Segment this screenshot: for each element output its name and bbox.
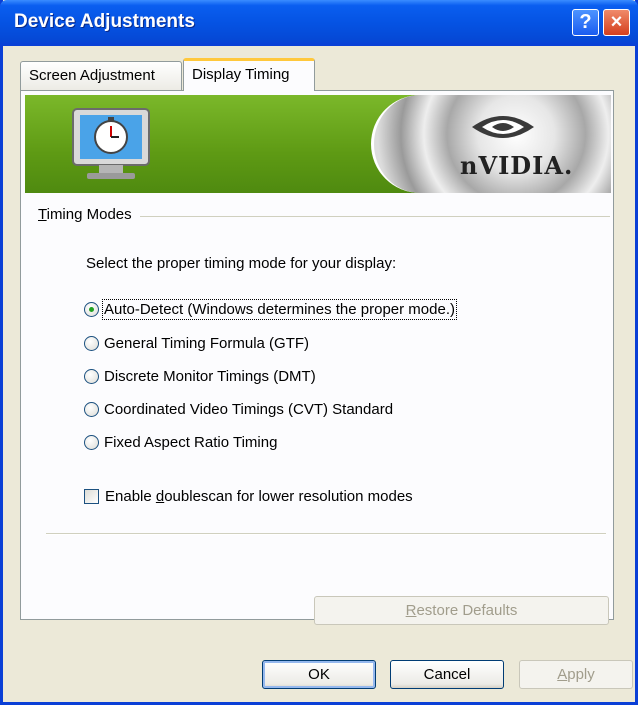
radio-button[interactable] xyxy=(84,402,99,417)
radio-label: Fixed Aspect Ratio Timing xyxy=(104,434,278,451)
doublescan-checkbox-row[interactable]: Enable doublescan for lower resolution m… xyxy=(84,488,413,505)
radio-button[interactable] xyxy=(84,336,99,351)
tab-display-timing[interactable]: Display Timing xyxy=(183,58,315,91)
nvidia-banner: nVIDIA. xyxy=(25,95,611,193)
radio-fixed-aspect[interactable]: Fixed Aspect Ratio Timing xyxy=(84,434,277,451)
doublescan-checkbox[interactable] xyxy=(84,489,99,504)
radio-gtf[interactable]: General Timing Formula (GTF) xyxy=(84,335,309,352)
close-button[interactable]: × xyxy=(603,9,630,36)
restore-defaults-button[interactable]: Restore Defaults xyxy=(314,596,609,625)
tab-screen-adjustment[interactable]: Screen Adjustment xyxy=(20,61,182,90)
group-divider xyxy=(140,216,610,217)
monitor-clock-icon xyxy=(72,108,150,179)
cancel-button[interactable]: Cancel xyxy=(390,660,504,689)
timing-prompt: Select the proper timing mode for your d… xyxy=(86,255,397,272)
window-title: Device Adjustments xyxy=(14,11,195,32)
radio-label: Auto-Detect (Windows determines the prop… xyxy=(102,299,457,320)
title-bar[interactable]: Device Adjustments ? × xyxy=(0,0,638,46)
radio-label: Discrete Monitor Timings (DMT) xyxy=(104,368,316,385)
nvidia-eye-logo xyxy=(472,116,534,138)
radio-label: Coordinated Video Timings (CVT) Standard xyxy=(104,401,394,418)
radio-dmt[interactable]: Discrete Monitor Timings (DMT) xyxy=(84,368,316,385)
radio-auto-detect[interactable]: Auto-Detect (Windows determines the prop… xyxy=(84,299,457,320)
separator xyxy=(46,533,606,535)
tab-panel: nVIDIA. xyxy=(20,90,614,620)
radio-button[interactable] xyxy=(84,302,99,317)
radio-label: General Timing Formula (GTF) xyxy=(104,335,310,352)
doublescan-label: Enable doublescan for lower resolution m… xyxy=(105,488,413,505)
apply-button[interactable]: Apply xyxy=(519,660,633,689)
ok-button[interactable]: OK xyxy=(262,660,376,689)
nvidia-logo-area: nVIDIA. xyxy=(371,95,611,193)
radio-button[interactable] xyxy=(84,369,99,384)
radio-button[interactable] xyxy=(84,435,99,450)
nvidia-brand-text: nVIDIA. xyxy=(460,151,574,180)
radio-cvt[interactable]: Coordinated Video Timings (CVT) Standard xyxy=(84,401,393,418)
timing-modes-group-label: Timing Modes xyxy=(38,206,134,223)
help-button[interactable]: ? xyxy=(572,9,599,36)
